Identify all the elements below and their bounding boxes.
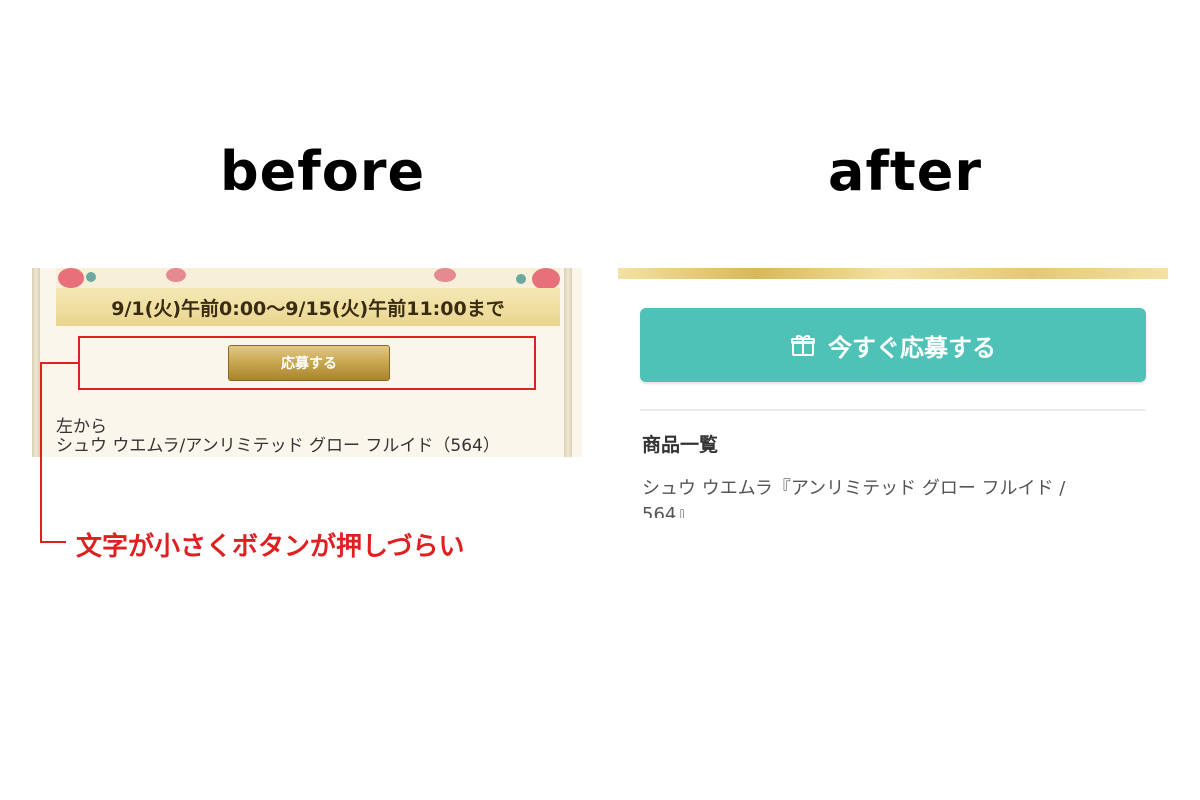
callout-connector-top xyxy=(40,362,78,364)
banner-edge xyxy=(618,268,1168,279)
before-heading: before xyxy=(220,140,426,203)
flower-decoration xyxy=(532,268,560,290)
leaf-decoration xyxy=(86,272,96,282)
after-heading: after xyxy=(828,140,983,203)
before-screenshot: 9/1(火)午前0:00〜9/15(火)午前11:00まで 応募する 左から シ… xyxy=(32,268,582,457)
frame-border-right xyxy=(564,268,572,457)
leaf-decoration xyxy=(516,274,526,284)
callout-connector-bottom xyxy=(40,541,66,543)
divider xyxy=(640,409,1146,411)
flower-decoration xyxy=(58,268,84,288)
frame-border-left xyxy=(32,268,40,457)
callout-annotation: 文字が小さくボタンが押しづらい xyxy=(76,532,465,562)
apply-button[interactable]: 応募する xyxy=(228,345,390,381)
product-item[interactable]: シュウ ウエムラ『アンリミテッド グロー フルイド / 564』 xyxy=(642,476,1102,518)
flower-decoration xyxy=(434,268,456,282)
apply-now-button[interactable]: 今すぐ応募する xyxy=(640,308,1146,382)
apply-now-label: 今すぐ応募する xyxy=(828,333,996,362)
product-name: シュウ ウエムラ/アンリミテッド グロー フルイド（564） xyxy=(56,436,500,456)
product-caption: 左から xyxy=(56,417,107,437)
product-text: 左から シュウ ウエムラ/アンリミテッド グロー フルイド（564） xyxy=(56,418,500,456)
callout-connector xyxy=(40,362,42,542)
highlight-box: 応募する xyxy=(78,336,536,390)
product-list-heading: 商品一覧 xyxy=(642,434,719,456)
date-banner: 9/1(火)午前0:00〜9/15(火)午前11:00まで xyxy=(56,288,560,326)
flower-decoration xyxy=(166,268,186,282)
gift-icon xyxy=(791,335,815,356)
